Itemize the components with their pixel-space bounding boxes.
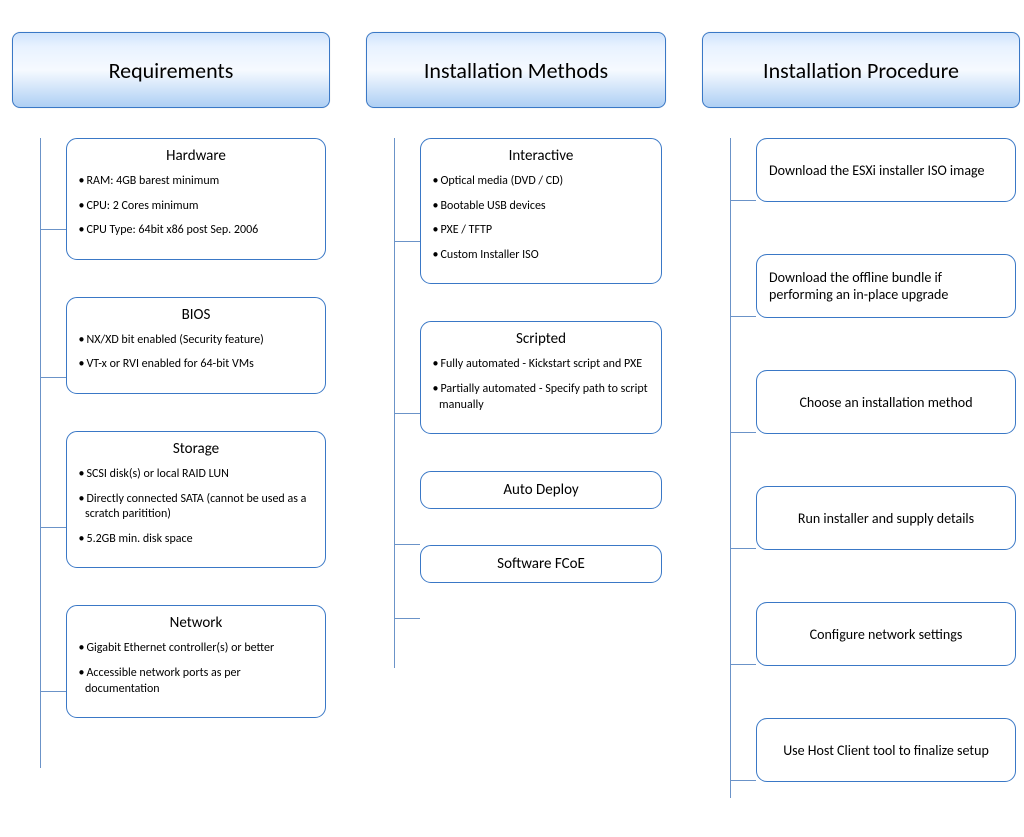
tree-requirements: Hardware RAM: 4GB barest minimum CPU: 2 … (12, 138, 328, 718)
bullet-text: NX/XD bit enabled (Security feature) (77, 333, 315, 349)
card-scripted: Scripted Fully automated - Kickstart scr… (420, 321, 662, 434)
column-requirements: Requirements Hardware RAM: 4GB barest mi… (12, 32, 328, 718)
bullet-text: RAM: 4GB barest minimum (77, 174, 315, 190)
step-text: Configure network settings (810, 626, 963, 643)
header-requirements: Requirements (12, 32, 330, 108)
card-title: Hardware (77, 147, 315, 165)
column-installation-procedure: Installation Procedure Download the ESXi… (702, 32, 1018, 782)
bullet-text: VT-x or RVI enabled for 64-bit VMs (77, 357, 315, 373)
bullet-text: Partially automated - Specify path to sc… (431, 382, 651, 413)
bullet-text: Custom Installer ISO (431, 248, 651, 264)
card-title: Auto Deploy (503, 481, 578, 499)
bullet-text: PXE / TFTP (431, 223, 651, 239)
step-text: Use Host Client tool to finalize setup (783, 742, 989, 759)
card-interactive: Interactive Optical media (DVD / CD) Boo… (420, 138, 662, 284)
bullet-text: Gigabit Ethernet controller(s) or better (77, 641, 315, 657)
tree-installation-procedure: Download the ESXi installer ISO image Do… (702, 138, 1018, 782)
step-text: Run installer and supply details (798, 510, 974, 527)
card-auto-deploy: Auto Deploy (420, 471, 662, 509)
tree-installation-methods: Interactive Optical media (DVD / CD) Boo… (366, 138, 664, 583)
card-software-fcoe: Software FCoE (420, 545, 662, 583)
bullet-text: 5.2GB min. disk space (77, 532, 315, 548)
bullet-text: Bootable USB devices (431, 199, 651, 215)
header-installation-methods: Installation Methods (366, 32, 666, 108)
card-title: BIOS (77, 306, 315, 324)
step-box: Use Host Client tool to finalize setup (756, 718, 1016, 782)
step-box: Configure network settings (756, 602, 1016, 666)
step-text: Download the ESXi installer ISO image (769, 162, 984, 179)
step-box: Run installer and supply details (756, 486, 1016, 550)
column-installation-methods: Installation Methods Interactive Optical… (366, 32, 664, 583)
bullet-text: Fully automated - Kickstart script and P… (431, 357, 651, 373)
card-title: Network (77, 614, 315, 632)
card-bios: BIOS NX/XD bit enabled (Security feature… (66, 297, 326, 394)
bullet-text: CPU: 2 Cores minimum (77, 199, 315, 215)
bullet-text: CPU Type: 64bit x86 post Sep. 2006 (77, 223, 315, 239)
step-box: Download the ESXi installer ISO image (756, 138, 1016, 202)
bullet-text: SCSI disk(s) or local RAID LUN (77, 467, 315, 483)
bullet-text: Accessible network ports as per document… (77, 666, 315, 697)
card-network: Network Gigabit Ethernet controller(s) o… (66, 605, 326, 718)
header-installation-procedure: Installation Procedure (702, 32, 1020, 108)
card-title: Storage (77, 440, 315, 458)
step-box: Choose an installation method (756, 370, 1016, 434)
card-storage: Storage SCSI disk(s) or local RAID LUN D… (66, 431, 326, 568)
step-text: Download the offline bundle if performin… (769, 269, 1003, 303)
bullet-text: Directly connected SATA (cannot be used … (77, 492, 315, 523)
card-hardware: Hardware RAM: 4GB barest minimum CPU: 2 … (66, 138, 326, 260)
card-title: Scripted (431, 330, 651, 348)
card-title: Interactive (431, 147, 651, 165)
step-box: Download the offline bundle if performin… (756, 254, 1016, 318)
step-text: Choose an installation method (799, 394, 972, 411)
card-title: Software FCoE (497, 555, 585, 573)
bullet-text: Optical media (DVD / CD) (431, 174, 651, 190)
